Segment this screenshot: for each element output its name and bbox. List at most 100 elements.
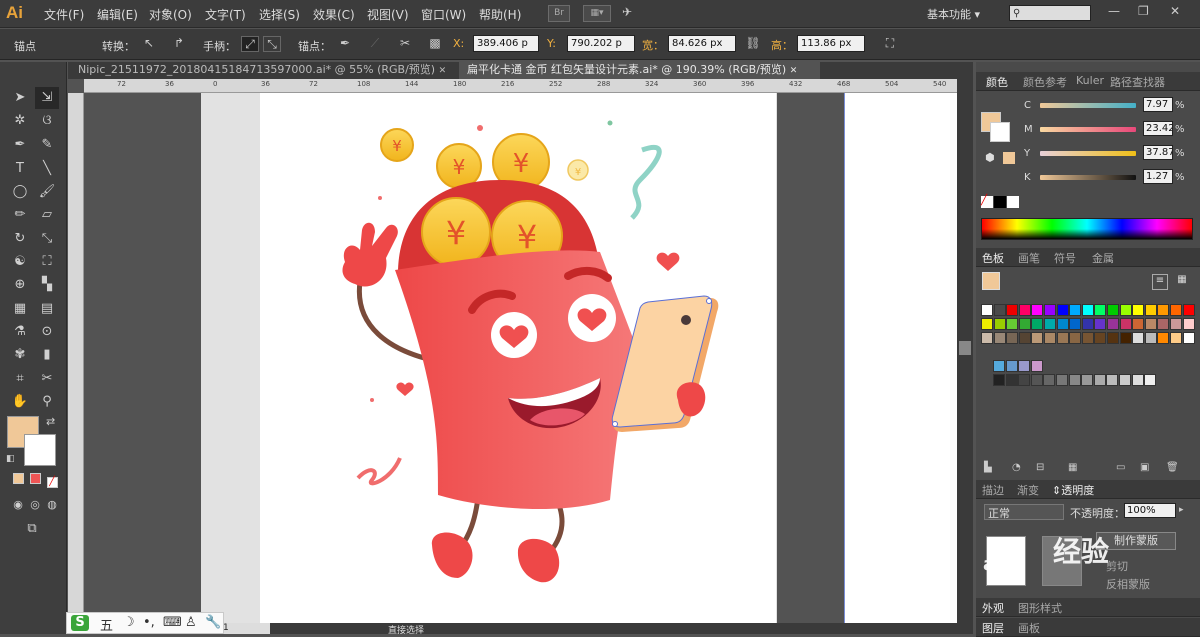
color-swatch[interactable] (1069, 304, 1082, 316)
menu-window[interactable]: 窗口(W) (421, 6, 466, 23)
color-swatch[interactable] (1170, 318, 1182, 330)
list-view-icon[interactable]: ≡ (1152, 274, 1168, 290)
blend-tool-icon[interactable]: ⊙ (35, 321, 59, 343)
color-swatch[interactable] (993, 318, 1006, 330)
color-swatch[interactable] (1018, 304, 1031, 316)
color-swatch[interactable] (1081, 318, 1094, 330)
panel-stroke-swatch[interactable] (990, 122, 1010, 142)
wrench-icon[interactable]: 🔧 (205, 615, 221, 630)
close-button[interactable]: ✕ (1170, 4, 1180, 18)
menu-edit[interactable]: 编辑(E) (97, 6, 138, 23)
color-swatch[interactable] (993, 332, 1006, 344)
color-swatch[interactable] (1056, 332, 1069, 344)
artboard-tool-icon[interactable]: ⌗ (8, 368, 32, 390)
color-swatch[interactable] (1182, 304, 1195, 316)
none-mode-icon[interactable]: ╱ (40, 470, 64, 492)
color-swatch[interactable] (1006, 318, 1019, 330)
none-swatch[interactable]: ╱ (981, 196, 993, 208)
zoom-tool-icon[interactable]: ⚲ (35, 391, 59, 413)
lasso-tool-icon[interactable]: ଓ (35, 110, 59, 132)
warp-tool-icon[interactable]: ☯ (8, 251, 32, 273)
vertical-scrollbar[interactable] (957, 79, 973, 623)
artboard-canvas[interactable]: ¥ ¥ ¥ ¥ ¥ ¥ (84, 93, 957, 623)
restore-button[interactable]: ❐ (1138, 4, 1149, 18)
tab-color[interactable]: 颜色 (986, 74, 1008, 90)
color-swatch[interactable] (1005, 374, 1018, 386)
moon-icon[interactable]: ☽ (123, 615, 135, 630)
isolate-anchor-icon[interactable]: ▩ (426, 36, 444, 52)
y-position-input[interactable]: 790.202 p (567, 35, 635, 52)
grid-view-icon[interactable]: ▦ (1174, 274, 1190, 290)
ime-mode[interactable]: 五 (100, 615, 113, 634)
tab-appearance[interactable]: 外观 (982, 600, 1004, 616)
width-input[interactable]: 84.626 px (668, 35, 736, 52)
show-kinds-icon[interactable]: ◔ (1012, 462, 1021, 473)
line-tool-icon[interactable]: ╲ (35, 158, 59, 180)
color-swatch[interactable] (1018, 374, 1031, 386)
color-swatch[interactable] (1157, 304, 1170, 316)
color-swatch[interactable] (1005, 360, 1018, 372)
pencil-tool-icon[interactable]: ✏ (8, 204, 32, 226)
convert-corner-icon[interactable]: ↖ (140, 36, 158, 52)
color-swatch[interactable] (1132, 304, 1145, 316)
type-tool-icon[interactable]: T (8, 158, 32, 180)
selection-tool-icon[interactable]: ➤ (8, 87, 32, 109)
convert-smooth-icon[interactable]: ↱ (170, 36, 188, 52)
default-colors-icon[interactable]: ◧ (6, 454, 15, 464)
color-swatch[interactable] (1018, 318, 1031, 330)
tab-graphic-styles[interactable]: 图形样式 (1018, 600, 1062, 616)
color-swatch[interactable] (1131, 374, 1144, 386)
show-handles-icon[interactable]: ⤢ (241, 36, 259, 52)
menu-file[interactable]: 文件(F) (44, 6, 84, 23)
swap-fill-stroke-icon[interactable]: ⇄ (46, 415, 55, 428)
tab-kuler[interactable]: Kuler (1076, 74, 1104, 87)
cut-path-icon[interactable]: ✂ (396, 36, 414, 52)
perspective-grid-tool-icon[interactable]: ▚ (35, 274, 59, 296)
eyedropper-tool-icon[interactable]: ⚗ (8, 321, 32, 343)
punctuation-icon[interactable]: •, (143, 615, 155, 630)
color-swatch[interactable] (1081, 332, 1094, 344)
color-swatch[interactable] (1056, 304, 1069, 316)
color-swatch[interactable] (1132, 318, 1145, 330)
black-input[interactable]: 1.27 (1143, 169, 1173, 184)
color-swatch[interactable] (1106, 374, 1119, 386)
menu-type[interactable]: 文字(T) (205, 6, 246, 23)
direct-selection-tool-icon[interactable]: ⇲ (35, 87, 59, 109)
tab-pathfinder[interactable]: 路径查找器 (1110, 74, 1165, 90)
color-swatch[interactable] (1031, 318, 1044, 330)
height-input[interactable]: 113.86 px (797, 35, 865, 52)
minimize-button[interactable]: — (1108, 4, 1120, 18)
tab-transparency[interactable]: ⇕透明度 (1052, 482, 1094, 498)
color-swatch[interactable] (1144, 318, 1157, 330)
free-transform-tool-icon[interactable]: ⛶ (35, 251, 59, 273)
anchor-point[interactable] (612, 421, 618, 427)
color-swatch[interactable] (1056, 374, 1068, 386)
color-swatch[interactable] (1044, 304, 1056, 316)
vertical-ruler[interactable] (68, 93, 84, 623)
hide-handles-icon[interactable]: ⤡ (263, 36, 281, 52)
color-swatch[interactable] (981, 304, 993, 316)
tab-gradient[interactable]: 渐变 (1017, 482, 1039, 498)
draw-inside-icon[interactable]: ◍ (40, 494, 64, 516)
menu-object[interactable]: 对象(O) (149, 6, 192, 23)
shape-builder-tool-icon[interactable]: ⊕ (8, 274, 32, 296)
color-swatch[interactable] (1069, 318, 1082, 330)
menu-effect[interactable]: 效果(C) (313, 6, 355, 23)
keyboard-icon[interactable]: ⌨ (163, 615, 182, 630)
close-icon[interactable]: ✕ (790, 66, 798, 76)
color-swatch[interactable] (1043, 374, 1056, 386)
arrange-documents-icon[interactable]: ▦▾ (583, 5, 611, 22)
color-swatch[interactable] (1132, 332, 1145, 344)
scrollbar-thumb[interactable] (959, 341, 971, 355)
tab-swatches[interactable]: 色板 (982, 250, 1004, 266)
black-slider[interactable] (1040, 175, 1136, 180)
color-swatch[interactable] (1094, 332, 1107, 344)
color-swatch[interactable] (1044, 318, 1056, 330)
white-swatch[interactable] (1007, 196, 1019, 208)
color-swatch[interactable] (1119, 304, 1132, 316)
close-icon[interactable]: ✕ (439, 66, 447, 76)
color-swatch[interactable] (1031, 304, 1044, 316)
workspace-switcher[interactable]: 基本功能 ▾ (927, 6, 980, 22)
color-swatch[interactable] (1119, 374, 1131, 386)
swatch-options-icon[interactable]: ⊟ (1036, 462, 1044, 473)
